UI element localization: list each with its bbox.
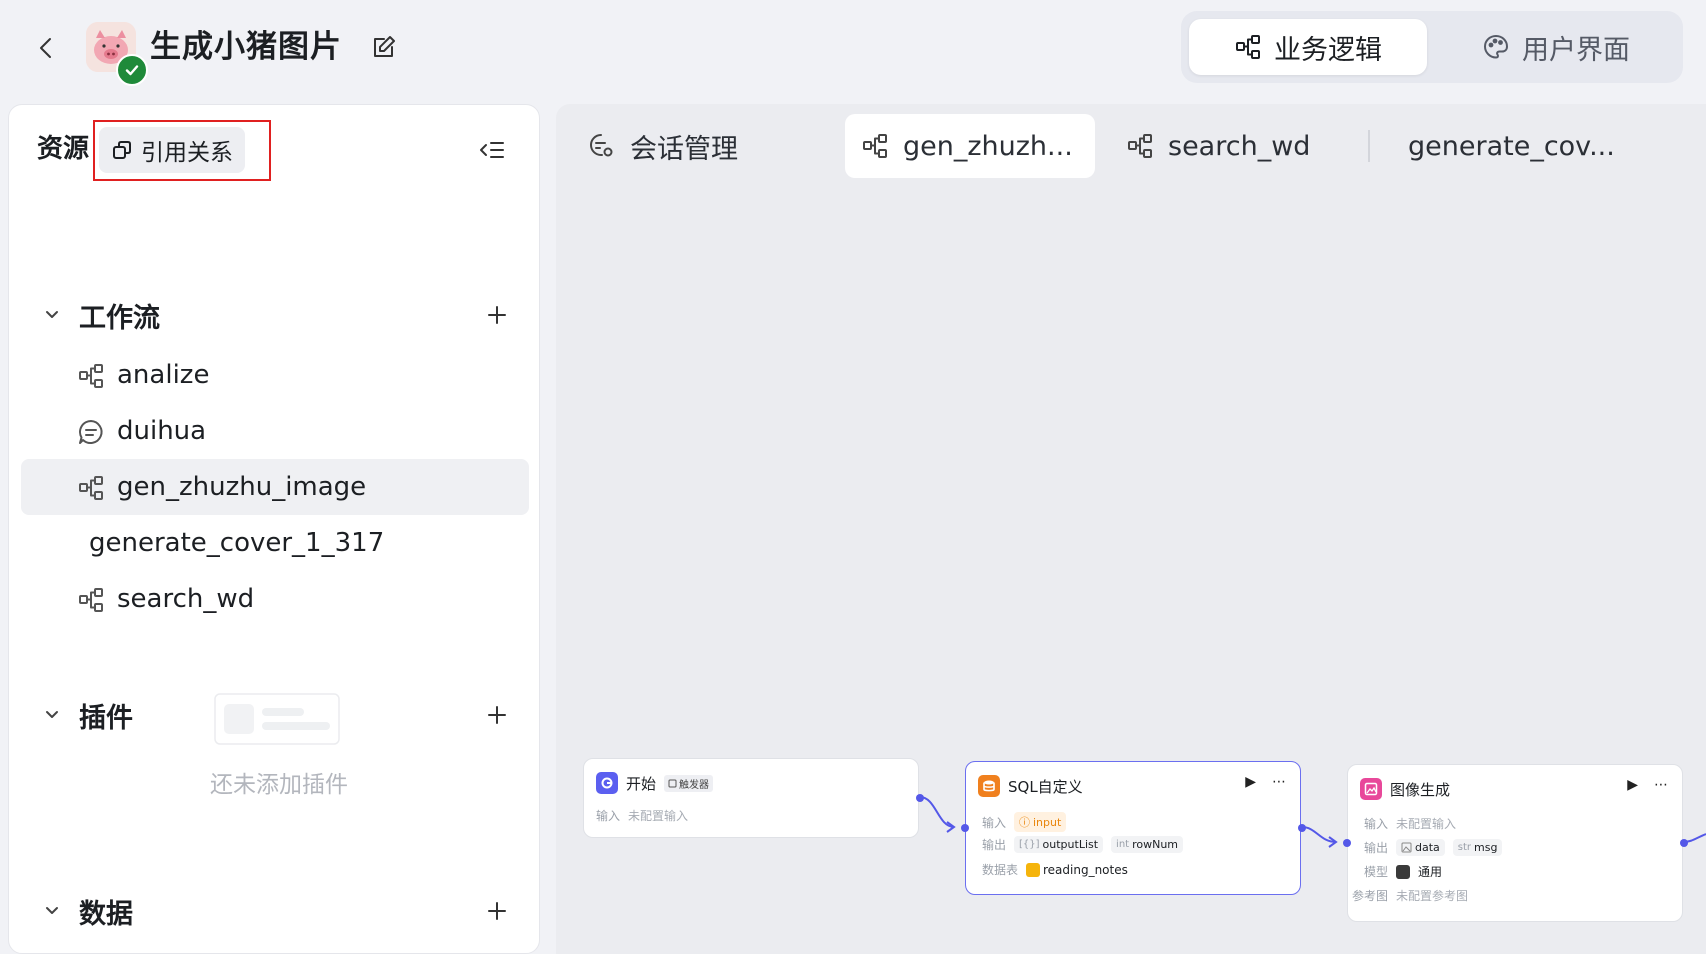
node-title: 图像生成 [1390,780,1451,799]
workflow-icon [77,474,105,502]
workflow-item-generate-cover[interactable]: generate_cover_1_317 [21,515,529,571]
warning-icon: ⓘ [1019,816,1030,829]
start-icon [596,772,618,794]
workflow-icon [1236,35,1260,59]
references-button[interactable]: 引用关系 [99,127,245,173]
header: 生成小猪图片 业务逻辑 用户界面 [0,0,1706,96]
run-node-icon[interactable]: ▶ [1627,777,1638,793]
output-port[interactable] [1680,839,1688,847]
output-port[interactable] [916,794,924,802]
edit-title-button[interactable] [368,30,400,64]
output-chip: [{}] outputList [1014,836,1104,853]
workflow-item-search-wd[interactable]: search_wd [21,571,529,627]
section-workflow[interactable]: 工作流 [43,293,513,337]
node-actions: ▶ ⋯ [1627,777,1668,793]
image-icon [1360,778,1382,800]
app-title: 生成小猪图片 [150,29,342,65]
chevron-down-icon [43,308,67,322]
verified-check-icon [116,54,148,86]
section-label: 数据 [79,898,133,930]
add-workflow-button[interactable] [481,299,513,331]
workflow-item-gen-zhuzhu-image[interactable]: gen_zhuzhu_image [21,459,529,515]
plus-icon [488,306,506,324]
back-button[interactable] [30,30,62,66]
node-title: SQL自定义 [1008,777,1083,796]
node-input-row: 输入 ⓘ input [978,812,1067,832]
chevron-down-icon [43,708,67,722]
node-output-row: 输出 [{}] outputList int rowNum [978,836,1184,853]
node-image-generation[interactable]: 图像生成 ▶ ⋯ 输入 未配置输入 输出 data str msg 模型 通用 参… [1343,764,1688,922]
add-data-button[interactable] [481,895,513,927]
node-model-row: 模型 通用 [1363,864,1443,879]
chat-icon [77,418,105,446]
workflow-label: generate_cover_1_317 [89,528,385,558]
link-copy-icon [113,141,131,159]
section-data[interactable]: 数据 [43,889,513,933]
trigger-icon [668,779,677,787]
mode-switch: 业务逻辑 用户界面 [1181,11,1683,83]
edit-icon [374,36,395,57]
table-icon [1026,862,1040,877]
workflow-item-duihua[interactable]: duihua [21,403,529,459]
empty-placeholder-icon [214,693,344,749]
node-reference-row: 参考图 未配置参考图 [1351,889,1469,903]
database-icon [978,775,1000,797]
workflow-label: analize [117,360,210,390]
panel-title: 资源 [37,134,90,164]
tab-label: 业务逻辑 [1274,34,1382,66]
output-chip: str msg [1452,839,1503,856]
tab-business-logic[interactable]: 业务逻辑 [1189,19,1427,75]
node-start[interactable]: 开始 触发器 输入 未配置输入 [583,758,924,838]
node-output-row: 输出 data str msg [1360,839,1503,856]
input-chip: ⓘ input [1014,812,1067,832]
collapse-icon [480,142,504,158]
workflow-label: duihua [117,416,207,446]
references-label: 引用关系 [141,140,233,166]
input-port[interactable] [1343,839,1351,847]
output-chip: int rowNum [1111,836,1184,853]
palette-icon [1484,35,1508,59]
workflow-icon [77,586,105,614]
node-header: 开始 触发器 [596,771,714,795]
output-port[interactable] [1298,824,1306,832]
chevron-left-icon [40,38,51,58]
chevron-down-icon [43,904,67,918]
app-avatar[interactable] [86,22,148,86]
tab-user-interface[interactable]: 用户界面 [1437,19,1675,75]
model-thumbnail [1396,864,1410,879]
tab-label: 用户界面 [1522,34,1630,66]
trigger-badge: 触发器 [664,774,714,792]
plus-icon [488,902,506,920]
table-chip: reading_notes [1026,862,1128,877]
workflow-icon [77,362,105,390]
workflow-label: search_wd [117,584,255,614]
collapse-panel-button[interactable] [475,133,509,167]
section-label: 插件 [79,702,133,734]
node-table-row: 数据表 reading_notes [981,862,1128,877]
workflow-label: gen_zhuzhu_image [117,472,367,502]
resource-panel: 资源 引用关系 工作流 analize duihua gen_zhuzhu_im… [8,104,540,954]
node-input-row: 输入 未配置输入 [1363,817,1457,831]
input-port[interactable] [961,824,969,832]
node-input-row: 输入 未配置输入 [596,809,689,823]
empty-plugins-text: 还未添加插件 [210,772,348,798]
node-title: 开始 [626,774,657,793]
output-chip: data [1396,839,1445,856]
node-header: 图像生成 [1360,777,1450,801]
add-plugin-button[interactable] [481,699,513,731]
section-label: 工作流 [79,302,160,334]
run-node-icon[interactable]: ▶ [1245,774,1256,790]
more-options-icon[interactable]: ⋯ [1654,777,1668,793]
more-options-icon[interactable]: ⋯ [1272,774,1286,790]
node-sql[interactable]: SQL自定义 ▶ ⋯ 输入 ⓘ input 输出 [{}] outputList i… [961,761,1306,895]
plus-icon [488,706,506,724]
image-type-icon [1401,842,1412,853]
workflow-item-analize[interactable]: analize [21,347,529,403]
workflow-canvas[interactable]: 会话管理 gen_zhuzh... search_wd generate_cov… [556,104,1706,954]
node-actions: ▶ ⋯ [1245,774,1286,790]
node-header: SQL自定义 [978,774,1083,798]
